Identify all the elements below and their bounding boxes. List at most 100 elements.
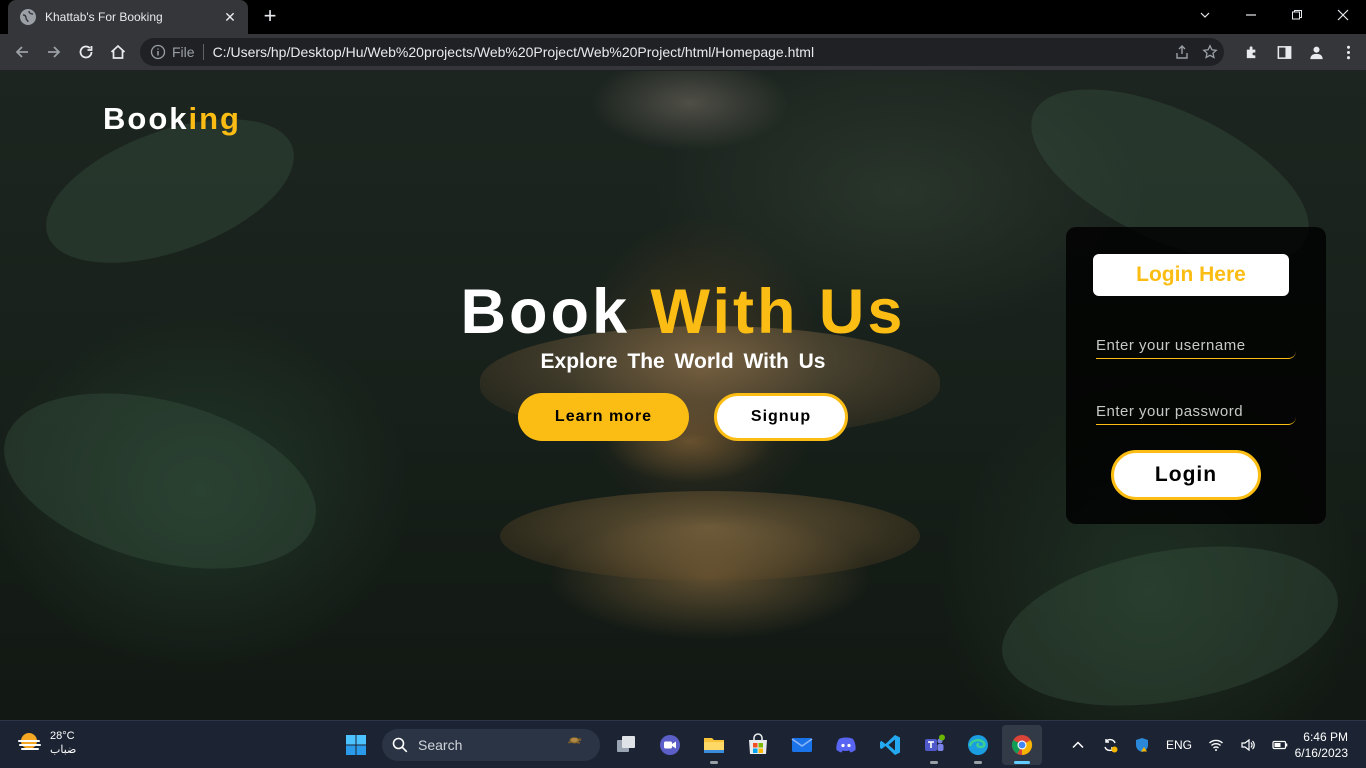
hero-title-accent: With Us	[650, 277, 906, 347]
start-button[interactable]	[336, 725, 376, 765]
hero-subtitle: Explore The World With Us	[540, 350, 826, 373]
hero-buttons: Learn more Signup	[518, 393, 858, 441]
arrow-left-icon	[15, 46, 28, 58]
weather-widget[interactable]: 28°C ضباب	[16, 729, 76, 757]
edge-app[interactable]	[958, 725, 998, 765]
share-icon[interactable]	[1168, 38, 1196, 66]
meet-app[interactable]	[650, 725, 690, 765]
logo-accent: ing	[188, 101, 241, 136]
learn-more-button[interactable]: Learn more	[518, 393, 689, 441]
reload-icon	[79, 45, 93, 59]
security-shield-icon[interactable]	[1130, 733, 1154, 757]
mail-app[interactable]	[782, 725, 822, 765]
close-window-button[interactable]	[1320, 0, 1366, 30]
running-indicator	[930, 761, 938, 764]
taskbar-apps: Search	[336, 725, 1046, 765]
new-tab-button[interactable]: +	[258, 5, 282, 29]
side-panel-icon[interactable]	[1272, 40, 1296, 64]
toolbar-right	[1240, 40, 1360, 64]
store-bag-icon	[749, 733, 767, 754]
profile-icon[interactable]	[1304, 40, 1328, 64]
weather-text: 28°C ضباب	[50, 729, 76, 757]
task-view-icon	[617, 736, 635, 752]
window-controls	[1182, 0, 1366, 34]
search-icon	[392, 737, 408, 753]
discord-icon	[836, 737, 856, 753]
signup-button[interactable]: Signup	[714, 393, 848, 441]
bookmark-star-icon[interactable]	[1196, 38, 1224, 66]
login-button[interactable]: Login	[1111, 450, 1261, 500]
tab-search-icon[interactable]	[1182, 0, 1228, 30]
battery-icon[interactable]	[1268, 733, 1292, 757]
running-indicator	[1014, 761, 1030, 764]
windows-taskbar: 28°C ضباب Search ENG 6:46 PM 6/16/2023	[0, 720, 1366, 768]
reload-button[interactable]	[74, 40, 98, 64]
wifi-icon[interactable]	[1204, 733, 1228, 757]
mail-icon	[791, 738, 813, 752]
background-hut-top	[590, 71, 790, 151]
hero-title: Book With Us	[440, 276, 926, 348]
teams-app[interactable]	[914, 725, 954, 765]
tab-close-icon[interactable]: ✕	[222, 9, 238, 26]
fog-weather-icon	[18, 733, 41, 750]
browser-toolbar: File C:/Users/hp/Desktop/Hu/Web%20projec…	[0, 34, 1366, 71]
folder-icon	[704, 738, 724, 753]
search-label: Search	[418, 737, 463, 753]
edge-icon	[968, 735, 988, 755]
microsoft-store-app[interactable]	[738, 725, 778, 765]
tab-strip: Khattab's For Booking ✕ +	[0, 0, 1366, 34]
site-logo[interactable]: Booking	[103, 101, 241, 137]
system-tray: ENG	[1066, 729, 1300, 761]
home-icon	[110, 44, 126, 59]
logo-main: Book	[103, 101, 189, 136]
username-input[interactable]	[1096, 333, 1296, 359]
menu-kebab-icon[interactable]	[1336, 40, 1360, 64]
windows-logo-icon	[346, 735, 366, 755]
task-view-button[interactable]	[606, 725, 646, 765]
discord-app[interactable]	[826, 725, 866, 765]
browser-tab[interactable]: Khattab's For Booking ✕	[8, 0, 248, 34]
chevron-up-icon[interactable]	[1066, 733, 1090, 757]
globe-icon	[20, 9, 36, 25]
file-explorer-app[interactable]	[694, 725, 734, 765]
running-indicator	[710, 761, 718, 764]
vscode-icon	[880, 735, 900, 755]
arrow-right-icon	[48, 46, 61, 58]
minimize-button[interactable]	[1228, 0, 1274, 30]
weather-desc: ضباب	[50, 744, 77, 756]
sync-icon[interactable]	[1098, 733, 1122, 757]
taskbar-search[interactable]: Search	[382, 729, 600, 761]
teams-icon	[925, 734, 945, 751]
input-language[interactable]: ENG	[1166, 738, 1192, 752]
turtle-search-highlight-icon	[567, 737, 582, 744]
extensions-icon[interactable]	[1240, 40, 1264, 64]
divider	[202, 44, 204, 60]
login-title: Login Here	[1093, 254, 1289, 296]
video-call-icon	[660, 735, 680, 755]
hero-section: Book With Us Explore The World With Us L…	[440, 276, 926, 441]
booking-homepage: Booking Book With Us Explore The World W…	[0, 71, 1366, 720]
address-bar[interactable]: File C:/Users/hp/Desktop/Hu/Web%20projec…	[140, 38, 1224, 66]
background-hut-lower-roof	[500, 491, 920, 581]
hero-title-main: Book	[460, 277, 651, 347]
back-button[interactable]	[10, 40, 34, 64]
file-label: File	[172, 44, 195, 60]
tab-title: Khattab's For Booking	[45, 10, 163, 24]
running-indicator	[974, 761, 982, 764]
vscode-app[interactable]	[870, 725, 910, 765]
chrome-icon	[1012, 735, 1033, 756]
forward-button[interactable]	[42, 40, 66, 64]
weather-temp: 28°C	[50, 730, 75, 742]
home-button[interactable]	[106, 40, 130, 64]
background-foliage	[989, 522, 1351, 720]
info-icon[interactable]	[150, 44, 166, 60]
login-panel: Login Here Login	[1066, 227, 1326, 524]
password-input[interactable]	[1096, 399, 1296, 425]
restore-button[interactable]	[1274, 0, 1320, 30]
chrome-app[interactable]	[1002, 725, 1042, 765]
url-text[interactable]: C:/Users/hp/Desktop/Hu/Web%20projects/We…	[213, 44, 1168, 60]
system-clock[interactable]: 6:46 PM 6/16/2023	[1295, 729, 1348, 761]
background-foliage	[0, 362, 336, 600]
volume-icon[interactable]	[1236, 733, 1260, 757]
clock-date: 6/16/2023	[1294, 746, 1348, 760]
